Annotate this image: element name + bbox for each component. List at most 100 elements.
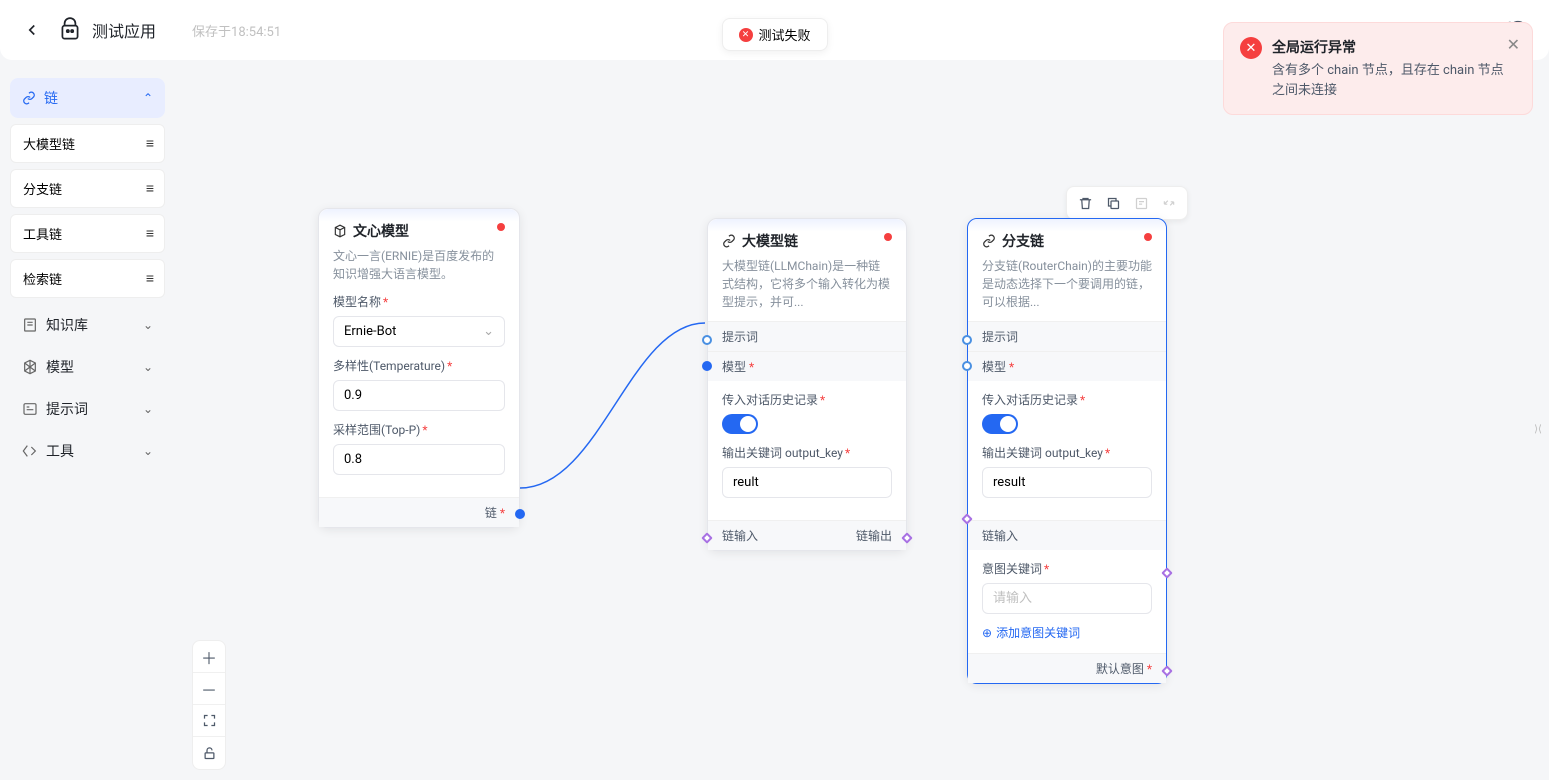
sidebar-section-chain[interactable]: 链 ⌃ <box>10 78 165 118</box>
sidebar-item-routerchain[interactable]: 分支链 ≡ <box>10 169 165 208</box>
sidebar: 链 ⌃ 大模型链≡ 分支链≡ 工具链≡ 检索链≡ 知识库⌄ 模型⌄ 提示词⌄ 工… <box>10 78 165 472</box>
output-port-row: 链 * <box>319 497 519 527</box>
zoom-out-button[interactable]: － <box>193 673 225 705</box>
field-label-history: 传入对话历史记录* <box>722 391 892 408</box>
panel-expand-handle[interactable]: ⟩⟨ <box>1533 417 1543 441</box>
cube-icon <box>333 224 347 238</box>
chain-in-row: 链输入 <box>968 520 1166 550</box>
node-title: 分支链 <box>982 231 1152 251</box>
delete-button[interactable] <box>1073 191 1097 215</box>
lock-button[interactable] <box>193 737 225 769</box>
output-key-input[interactable] <box>982 467 1152 498</box>
toast-title: 全局运行异常 <box>1272 37 1516 57</box>
node-description: 分支链(RouterChain)的主要功能是动态选择下一个要调用的链，可以根据.… <box>968 251 1166 321</box>
output-port[interactable] <box>515 509 525 519</box>
sidebar-item-label: 工具链 <box>23 224 62 243</box>
intent-input[interactable] <box>982 583 1152 614</box>
collapse-button[interactable] <box>1157 191 1181 215</box>
chain-io-row: 链输入 链输出 <box>708 520 906 550</box>
tool-icon <box>22 443 38 459</box>
output-key-input[interactable] <box>722 467 892 498</box>
input-port-model[interactable] <box>702 361 712 371</box>
chevron-down-icon: ⌄ <box>143 402 153 416</box>
sidebar-section-tool[interactable]: 工具 ⌄ <box>10 430 165 472</box>
history-toggle[interactable] <box>722 414 758 434</box>
sidebar-item-toolchain[interactable]: 工具链 ≡ <box>10 214 165 253</box>
zoom-controls: ＋ － <box>192 640 226 770</box>
model-icon <box>22 359 38 375</box>
save-timestamp: 保存于18:54:51 <box>192 21 281 40</box>
drag-handle-icon: ≡ <box>146 225 152 242</box>
link-icon <box>22 91 36 105</box>
chevron-up-icon: ⌃ <box>143 91 153 105</box>
sidebar-cat-label: 知识库 <box>46 315 88 335</box>
temperature-input[interactable] <box>333 380 505 411</box>
chevron-down-icon: ⌄ <box>143 360 153 374</box>
sidebar-section-knowledge[interactable]: 知识库 ⌄ <box>10 304 165 346</box>
sidebar-item-llmchain[interactable]: 大模型链 ≡ <box>10 124 165 163</box>
node-llm-chain[interactable]: 大模型链 大模型链(LLMChain)是一种链式结构，它将多个输入转化为模型提示… <box>707 218 907 551</box>
plus-icon: ⊕ <box>982 626 992 640</box>
back-button[interactable] <box>20 18 44 42</box>
drag-handle-icon: ≡ <box>146 180 152 197</box>
error-icon: ✕ <box>1240 37 1262 59</box>
sidebar-item-label: 检索链 <box>23 269 62 288</box>
field-label-temperature: 多样性(Temperature)* <box>333 357 505 374</box>
fail-icon: ✕ <box>738 28 752 42</box>
field-label-history: 传入对话历史记录* <box>982 391 1152 408</box>
node-title: 大模型链 <box>722 231 892 251</box>
fullscreen-button[interactable] <box>193 705 225 737</box>
field-label-outputkey: 输出关键词 output_key* <box>722 444 892 461</box>
sidebar-section-model[interactable]: 模型 ⌄ <box>10 346 165 388</box>
node-router-chain[interactable]: 分支链 分支链(RouterChain)的主要功能是动态选择下一个要调用的链，可… <box>967 218 1167 684</box>
flow-canvas[interactable]: 文心模型 文心一言(ERNIE)是百度发布的知识增强大语言模型。 模型名称* E… <box>180 78 1549 780</box>
history-toggle[interactable] <box>982 414 1018 434</box>
topp-input[interactable] <box>333 444 505 475</box>
link-icon <box>722 234 736 248</box>
node-title: 文心模型 <box>333 221 505 241</box>
link-icon <box>982 234 996 248</box>
app-title: 测试应用 <box>92 18 156 42</box>
sidebar-cat-label: 工具 <box>46 441 74 461</box>
note-button[interactable] <box>1129 191 1153 215</box>
sidebar-section-prompt[interactable]: 提示词 ⌄ <box>10 388 165 430</box>
chevron-down-icon: ⌄ <box>143 318 153 332</box>
sidebar-item-label: 分支链 <box>23 179 62 198</box>
input-port-prompt[interactable] <box>702 335 712 345</box>
node-description: 大模型链(LLMChain)是一种链式结构，它将多个输入转化为模型提示，并可..… <box>708 251 906 321</box>
model-port-row: 模型 * <box>968 351 1166 381</box>
input-port-prompt[interactable] <box>962 335 972 345</box>
status-dot-icon <box>1144 233 1152 241</box>
sidebar-item-retrievalchain[interactable]: 检索链 ≡ <box>10 259 165 298</box>
node-description: 文心一言(ERNIE)是百度发布的知识增强大语言模型。 <box>319 241 519 293</box>
field-label-intent: 意图关键词* <box>982 560 1152 577</box>
app-logo-icon <box>56 16 84 44</box>
drag-handle-icon: ≡ <box>146 270 152 287</box>
field-label-modelname: 模型名称* <box>333 293 505 310</box>
node-wenxin-model[interactable]: 文心模型 文心一言(ERNIE)是百度发布的知识增强大语言模型。 模型名称* E… <box>318 208 520 528</box>
test-status-badge: ✕ 测试失败 <box>721 18 827 51</box>
model-port-row: 模型 * <box>708 351 906 381</box>
model-name-select[interactable]: Ernie-Bot⌄ <box>333 316 505 347</box>
copy-button[interactable] <box>1101 191 1125 215</box>
node-toolbar <box>1066 186 1188 220</box>
prompt-port-row: 提示词 <box>708 321 906 351</box>
input-port-model[interactable] <box>962 361 972 371</box>
knowledge-icon <box>22 317 38 333</box>
prompt-icon <box>22 401 38 417</box>
sidebar-cat-label: 模型 <box>46 357 74 377</box>
default-intent-row: 默认意图 * <box>968 653 1166 683</box>
sidebar-section-label: 链 <box>44 88 58 108</box>
field-label-topp: 采样范围(Top-P)* <box>333 421 505 438</box>
status-dot-icon <box>884 233 892 241</box>
drag-handle-icon: ≡ <box>146 135 152 152</box>
sidebar-item-label: 大模型链 <box>23 134 75 153</box>
field-label-outputkey: 输出关键词 output_key* <box>982 444 1152 461</box>
test-status-text: 测试失败 <box>758 25 810 44</box>
toast-close-button[interactable]: ✕ <box>1507 35 1520 54</box>
sidebar-cat-label: 提示词 <box>46 399 88 419</box>
add-intent-button[interactable]: ⊕ 添加意图关键词 <box>982 624 1152 641</box>
zoom-in-button[interactable]: ＋ <box>193 641 225 673</box>
chevron-down-icon: ⌄ <box>143 444 153 458</box>
prompt-port-row: 提示词 <box>968 321 1166 351</box>
